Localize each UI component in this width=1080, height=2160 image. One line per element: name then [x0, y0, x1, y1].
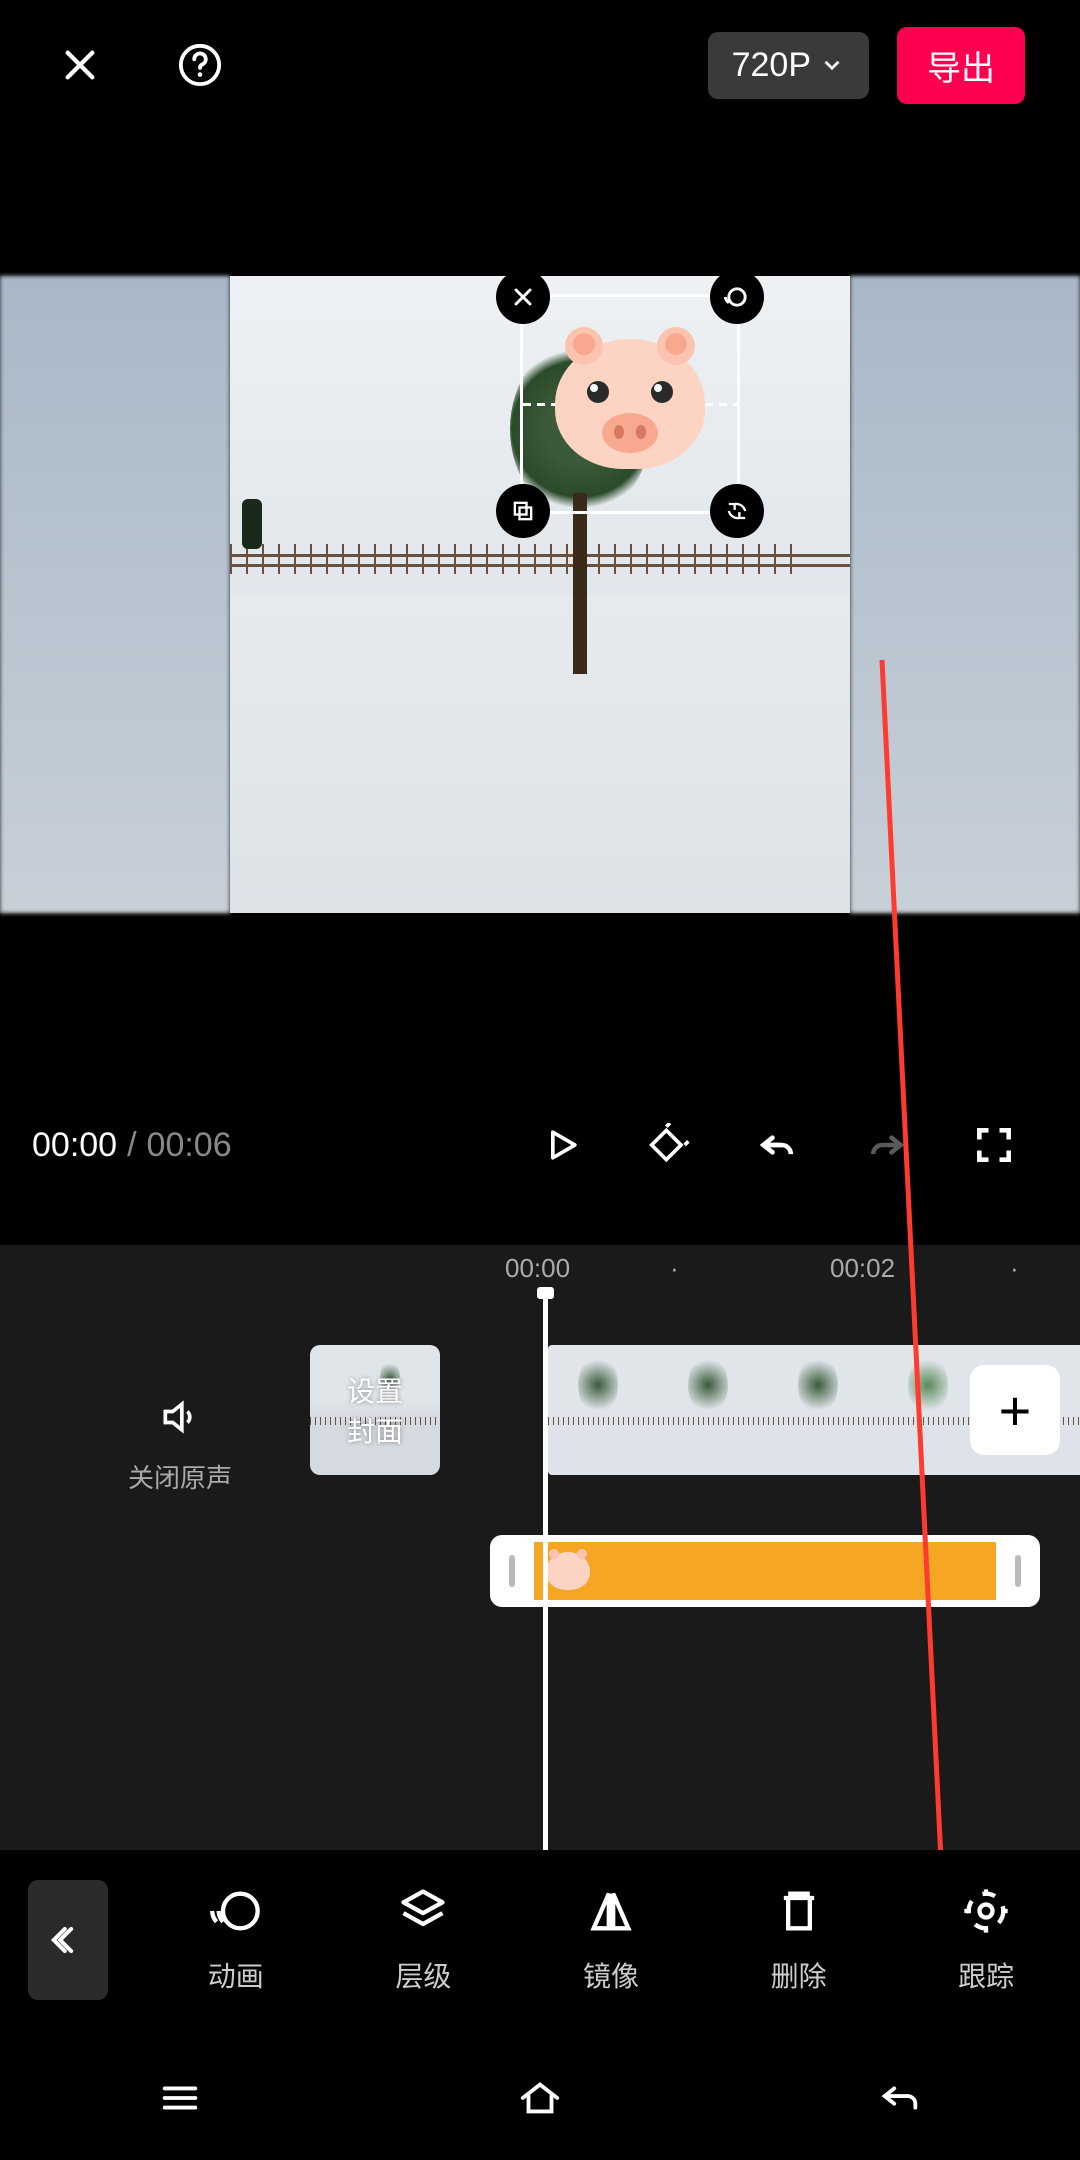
export-button[interactable]: 导出 [897, 27, 1025, 104]
preview-blur-left [0, 276, 230, 913]
help-button[interactable] [175, 40, 225, 90]
video-preview[interactable] [0, 276, 1080, 913]
tool-track[interactable]: 跟踪 [892, 1885, 1080, 1995]
tool-track-label: 跟踪 [958, 1955, 1014, 1995]
total-time: 00:06 [147, 1126, 232, 1165]
add-icon: + [999, 1378, 1032, 1443]
tool-layer[interactable]: 层级 [330, 1885, 518, 1995]
time-separator: / [127, 1126, 136, 1165]
ruler-mark-0: 00:00 [505, 1253, 570, 1284]
sticker-track[interactable] [490, 1535, 1040, 1607]
add-clip-button[interactable]: + [970, 1365, 1060, 1455]
tool-animation-label: 动画 [208, 1955, 264, 1995]
export-label: 导出 [927, 50, 995, 88]
pig-sticker[interactable] [555, 339, 705, 469]
mute-audio-button[interactable]: 关闭原声 [120, 1395, 240, 1495]
undo-button[interactable] [752, 1119, 804, 1171]
tool-layer-label: 层级 [395, 1955, 451, 1995]
fullscreen-button[interactable] [968, 1119, 1020, 1171]
cover-label-1: 设置 [347, 1370, 403, 1410]
close-button[interactable] [55, 40, 105, 90]
mute-label: 关闭原声 [120, 1458, 240, 1495]
timeline[interactable]: 00:00 · 00:02 · 关闭原声 设置 封面 + [0, 1245, 1080, 1900]
sys-menu-button[interactable] [157, 2075, 203, 2126]
ruler-dot: · [1010, 1253, 1019, 1284]
keyframe-button[interactable] [644, 1119, 696, 1171]
current-time: 00:00 [32, 1126, 117, 1165]
timeline-ruler[interactable]: 00:00 · 00:02 · [0, 1245, 1080, 1291]
sys-back-button[interactable] [877, 2075, 923, 2126]
preview-blur-right [850, 276, 1080, 913]
tool-animation[interactable]: 动画 [142, 1885, 330, 1995]
tool-delete-label: 删除 [771, 1955, 827, 1995]
sticker-selection-box[interactable] [520, 294, 740, 514]
cover-label-2: 封面 [347, 1410, 403, 1450]
sticker-copy-handle[interactable] [496, 484, 550, 538]
ruler-mark-2: 00:02 [830, 1253, 895, 1284]
resolution-selector[interactable]: 720P [708, 32, 869, 99]
play-button[interactable] [536, 1119, 588, 1171]
set-cover-button[interactable]: 设置 封面 [310, 1345, 440, 1475]
sticker-track-thumb [546, 1552, 590, 1590]
preview-video [230, 276, 850, 913]
tool-mirror-label: 镜像 [583, 1955, 639, 1995]
ruler-dot: · [670, 1253, 679, 1284]
sticker-delete-handle[interactable] [496, 276, 550, 324]
tool-back-button[interactable] [28, 1880, 108, 2000]
sticker-track-handle-right[interactable] [996, 1535, 1040, 1607]
sys-home-button[interactable] [517, 2075, 563, 2126]
resolution-label: 720P [732, 46, 811, 85]
tool-delete[interactable]: 删除 [705, 1885, 893, 1995]
playhead[interactable] [543, 1295, 548, 1880]
tool-mirror[interactable]: 镜像 [517, 1885, 705, 1995]
sticker-rotate-handle[interactable] [710, 484, 764, 538]
sticker-track-handle-left[interactable] [490, 1535, 534, 1607]
redo-button[interactable] [860, 1119, 912, 1171]
